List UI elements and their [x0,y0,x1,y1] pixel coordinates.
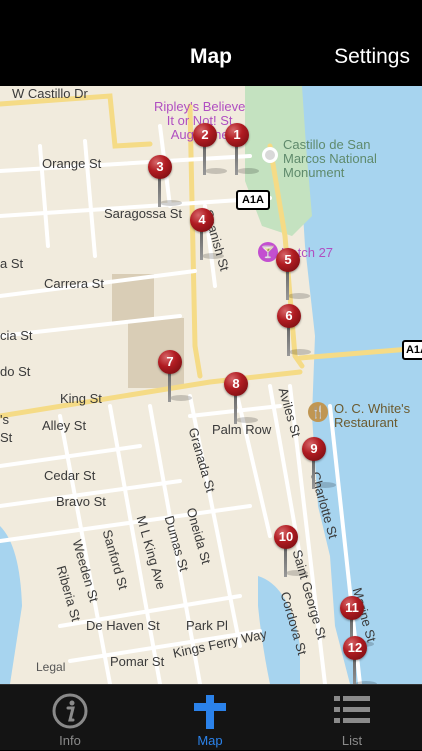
poi-castillo[interactable]: Castillo de San Marcos National Monument [283,138,377,180]
street-label: Pomar St [110,654,165,669]
tab-bar: Info Map List [0,684,422,750]
map-pin[interactable]: 12 [343,636,377,684]
pin-label: 7 [158,350,182,374]
pin-label: 1 [225,123,249,147]
pin-label: 11 [340,596,364,620]
tab-map[interactable]: Map [140,685,280,751]
pin-label: 9 [302,437,326,461]
list-icon [334,693,370,732]
map-pin[interactable]: 5 [276,248,310,304]
street-label: 's [0,412,9,427]
map-pin[interactable]: 8 [224,372,258,428]
street-label: De Haven St [86,618,160,633]
map-cross-icon [192,693,228,736]
tab-label: Map [197,733,223,748]
street-label: Bravo St [56,494,106,509]
legal-link[interactable]: Legal [36,660,65,674]
map-pin[interactable]: 2 [193,123,227,179]
map-pin[interactable]: 6 [277,304,311,360]
poi-oc-white[interactable]: O. C. White's Restaurant [334,402,410,430]
map-pin[interactable]: 4 [190,208,224,264]
navigation-bar: Map Settings [0,40,422,86]
route-shield: A1A [402,340,422,360]
pin-label: 3 [148,155,172,179]
pin-label: 4 [190,208,214,232]
street-label: Carrera St [44,276,104,291]
street-label: W Castillo Dr [12,86,88,101]
map-view[interactable]: W Castillo Dr Orange St Saragossa St Car… [0,86,422,684]
map-pin[interactable]: 7 [158,350,192,406]
tab-list[interactable]: List [282,685,422,751]
settings-button[interactable]: Settings [334,40,410,86]
tab-label: Info [59,733,81,748]
street-label: Cedar St [44,468,96,483]
pin-label: 6 [277,304,301,328]
street-label: Alley St [42,418,87,433]
street-label: a St [0,256,24,271]
street-label: St [0,430,13,445]
map-pin[interactable]: 10 [274,525,308,581]
map-pin[interactable]: 1 [225,123,259,179]
street-label: Orange St [42,156,102,171]
info-icon [52,693,88,734]
pin-label: 5 [276,248,300,272]
tab-label: List [341,733,363,748]
pin-label: 8 [224,372,248,396]
map-pin[interactable]: 3 [148,155,182,211]
street-label: King St [60,391,102,406]
street-label: Park Pl [186,618,228,633]
fork-knife-icon: 🍴 [308,402,328,422]
pin-label: 2 [193,123,217,147]
route-shield: A1A [236,190,270,210]
poi-marker-icon [262,147,278,163]
cocktail-icon: 🍸 [258,242,278,262]
map-pin[interactable]: 9 [302,437,336,493]
tab-info[interactable]: Info [0,685,140,751]
street-label: cia St [0,328,33,343]
pin-label: 10 [274,525,298,549]
street-label: do St [0,364,31,379]
status-bar [0,0,422,40]
pin-label: 12 [343,636,367,660]
